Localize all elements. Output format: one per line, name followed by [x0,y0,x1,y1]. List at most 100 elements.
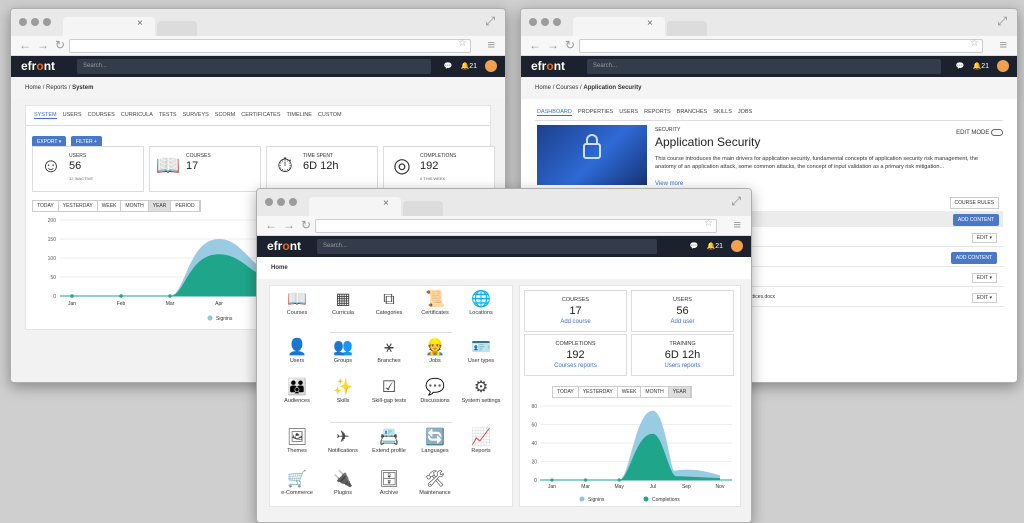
window-zoom-dot[interactable] [43,18,51,26]
nav-groups[interactable]: 👥 Groups [318,338,368,364]
view-more-link[interactable]: View more [655,181,683,187]
chat-icon[interactable]: 💬 [956,62,965,70]
stat-link[interactable]: Users reports [632,363,733,369]
tab-branches[interactable]: BRANCHES [677,109,708,116]
search-input[interactable]: Search... [317,239,657,254]
menu-icon[interactable]: ≡ [999,37,1007,52]
expand-icon[interactable]: ⤢ [731,194,741,209]
search-input[interactable]: Search... [77,59,431,74]
period-week[interactable]: WEEK [97,201,122,211]
window-minimize-dot[interactable] [277,198,285,206]
tab-users[interactable]: USERS [63,112,82,119]
bell-icon[interactable]: 🔔21 [972,62,989,70]
nav-discussions[interactable]: 💬 Discussions [410,378,460,404]
menu-icon[interactable]: ≡ [487,37,495,52]
nav-notifications[interactable]: ✈ Notifications [318,428,368,454]
nav-courses[interactable]: 📖 Courses [272,290,322,316]
stat-link[interactable]: Add user [632,319,733,325]
nav-system-settings[interactable]: ⚙ System settings [456,378,506,404]
nav-branches[interactable]: ⚹ Branches [364,338,414,364]
nav-arrows-icon[interactable]: ←→↻ [265,218,317,232]
nav-themes[interactable]: 🖼 Themes [272,428,322,454]
new-tab[interactable] [157,21,197,36]
search-input[interactable]: Search... [587,59,941,74]
nav-skills[interactable]: ✨ Skills [318,378,368,404]
avatar[interactable] [485,60,497,72]
period-today[interactable]: TODAY [33,201,59,211]
period-month[interactable]: MONTH [121,201,149,211]
bell-icon[interactable]: 🔔21 [460,62,477,70]
crumb-courses[interactable]: Courses [556,85,578,91]
tab-courses[interactable]: COURSES [88,112,115,119]
nav-plugins[interactable]: 🔌 Plugins [318,470,368,496]
tab-tests[interactable]: TESTS [159,112,177,119]
stat-link[interactable]: Add course [525,319,626,325]
tab-surveys[interactable]: SURVEYS [183,112,209,119]
url-input[interactable] [579,39,983,53]
tab-certificates[interactable]: CERTIFICATES [241,112,280,119]
period-year[interactable]: YEAR [148,201,172,211]
tab-users[interactable]: USERS [619,109,638,116]
period-year[interactable]: YEAR [668,387,692,397]
nav-extend-profile[interactable]: 📇 Extend profile [364,428,414,454]
nav-arrows-icon[interactable]: ←→↻ [529,38,581,52]
nav-locations[interactable]: 🌐 Locations [456,290,506,316]
tab-close-icon[interactable]: × [647,18,653,29]
nav-maintenance[interactable]: 🛠 Maintenance [410,470,460,496]
tab-properties[interactable]: PROPERTIES [578,109,613,116]
tab-close-icon[interactable]: × [137,18,143,29]
tab-close-icon[interactable]: × [383,198,389,209]
url-input[interactable] [69,39,471,53]
url-input[interactable] [315,219,717,233]
bell-icon[interactable]: 🔔21 [706,242,723,250]
nav-e-commerce[interactable]: 🛒 e-Commerce [272,470,322,496]
crumb-reports[interactable]: Reports [46,85,67,91]
chat-icon[interactable]: 💬 [690,242,699,250]
add-content-button[interactable]: ADD CONTENT [950,252,997,264]
expand-icon[interactable]: ⤢ [485,14,495,29]
nav-categories[interactable]: ⧉ Categories [364,290,414,316]
tab-skills[interactable]: SKILLS [713,109,732,116]
window-minimize-dot[interactable] [541,18,549,26]
star-icon[interactable]: ☆ [458,38,467,49]
efront-logo[interactable]: efront [21,59,55,73]
nav-archive[interactable]: 🗄 Archive [364,470,414,496]
tab-curricula[interactable]: CURRICULA [121,112,153,119]
star-icon[interactable]: ☆ [970,38,979,49]
tab-custom[interactable]: CUSTOM [318,112,342,119]
star-icon[interactable]: ☆ [704,218,713,229]
period-period[interactable]: PERIOD [171,201,200,211]
window-minimize-dot[interactable] [31,18,39,26]
tab-reports[interactable]: REPORTS [644,109,671,116]
nav-user-types[interactable]: 🪪 User types [456,338,506,364]
edit-button[interactable]: EDIT ▾ [971,233,997,243]
window-close-dot[interactable] [265,198,273,206]
new-tab[interactable] [403,201,443,216]
nav-arrows-icon[interactable]: ←→↻ [19,38,71,52]
edit-button[interactable]: EDIT ▾ [971,293,997,303]
nav-audiences[interactable]: 👪 Audiences [272,378,322,404]
nav-languages[interactable]: 🔄 Languages [410,428,460,454]
stat-link[interactable]: Courses reports [525,363,626,369]
period-today[interactable]: TODAY [553,387,579,397]
chat-icon[interactable]: 💬 [444,62,453,70]
tab-dashboard[interactable]: DASHBOARD [537,109,572,116]
edit-mode-toggle[interactable]: EDIT MODE [956,129,1003,136]
window-zoom-dot[interactable] [289,198,297,206]
efront-logo[interactable]: efront [267,239,301,253]
window-close-dot[interactable] [19,18,27,26]
tab-timeline[interactable]: TIMELINE [287,112,312,119]
avatar[interactable] [731,240,743,252]
efront-logo[interactable]: efront [531,59,565,73]
period-yesterday[interactable]: YESTERDAY [58,201,98,211]
nav-skill-gap-tests[interactable]: ☑ Skill-gap tests [364,378,414,404]
period-yesterday[interactable]: YESTERDAY [578,387,618,397]
tab-system[interactable]: SYSTEM [34,112,57,119]
add-content-button[interactable]: ADD CONTENT [952,214,999,226]
period-month[interactable]: MONTH [641,387,669,397]
tab-scorm[interactable]: SCORM [215,112,235,119]
edit-button[interactable]: EDIT ▾ [971,273,997,283]
course-rules-button[interactable]: COURSE RULES [949,197,999,209]
expand-icon[interactable]: ⤢ [997,14,1007,29]
nav-curricula[interactable]: ▦ Curricula [318,290,368,316]
